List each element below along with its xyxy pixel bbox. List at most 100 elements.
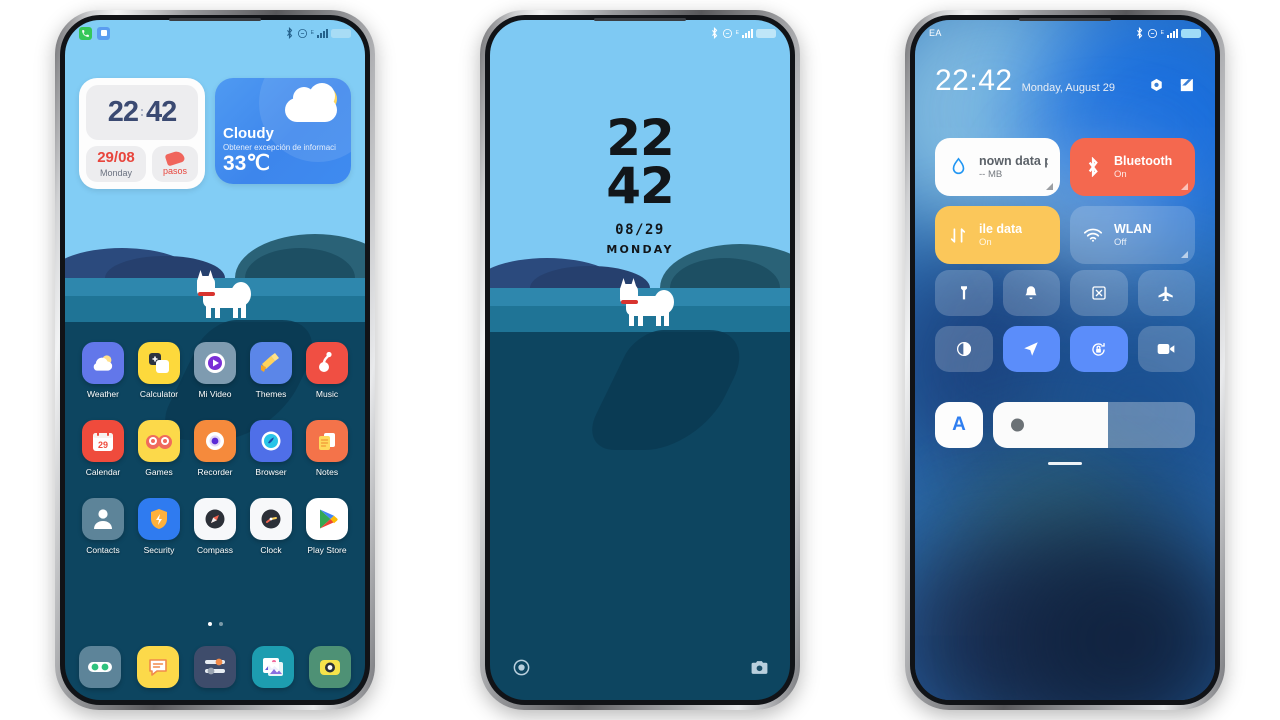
weather-cloudy-icon [283,83,341,128]
bluetooth-icon [711,27,717,39]
statusbar-control-center: EA E [915,20,1215,46]
mobile-data-icon [947,224,969,246]
app-row-1: Weather Calculator Mi Video Themes Music [79,342,351,399]
phone-device-control-center: EA E 22:42 Monday, August 29 nown data -… [905,10,1225,710]
clock-widget[interactable]: 22 42 29/08 Monday pasos [79,78,205,189]
app-recorder[interactable]: Recorder [191,420,239,477]
app-contacts[interactable]: Contacts [79,498,127,555]
earpiece-speaker [1019,18,1111,21]
network-type-label: E [735,30,739,36]
airplane-mode-toggle[interactable] [1137,270,1195,316]
security-icon [138,498,180,540]
app-label: Themes [255,389,287,399]
clock-widget-minutes: 42 [146,96,177,128]
wlan-tile[interactable]: WLAN Off [1070,206,1195,264]
silent-toggle[interactable] [1002,270,1060,316]
brightness-slider[interactable] [993,402,1195,448]
phone3-bezel: EA E 22:42 Monday, August 29 nown data -… [910,15,1220,705]
phone1-bezel: E 22 42 29/08 Monday pasos Cloudy Obtene… [60,15,370,705]
battery-icon [1181,28,1201,38]
app-security[interactable]: Security [135,498,183,555]
dark-mode-toggle[interactable] [935,326,993,372]
app-music[interactable]: Music [303,342,351,399]
weather-widget[interactable]: Cloudy Obtener excepción de informaci 33… [215,78,351,184]
messages-icon[interactable] [136,646,179,688]
browser-icon [250,420,292,462]
camera-icon[interactable] [748,656,770,678]
lock-shortcuts [490,656,790,678]
weather-condition: Cloudy [223,124,274,142]
screenshot-toggle[interactable] [1070,270,1128,316]
dnd-icon [297,28,307,38]
date-widget[interactable]: 29/08 Monday [86,146,146,182]
app-compass[interactable]: Compass [191,498,239,555]
weekday-value: Monday [99,167,133,178]
widget-area: 22 42 29/08 Monday pasos Cloudy Obtener … [79,78,351,189]
app-calendar[interactable]: 29 Calendar [79,420,127,477]
app-play-store[interactable]: Play Store [303,498,351,555]
app-grid: Weather Calculator Mi Video Themes Music… [79,342,351,576]
expand-corner-icon[interactable] [1046,183,1053,190]
app-games[interactable]: Games [135,420,183,477]
app-themes[interactable]: Themes [247,342,295,399]
app-label: Music [315,389,339,399]
drag-handle[interactable] [1048,462,1082,465]
font-size-button[interactable]: A [935,402,983,448]
page-indicator [65,622,365,626]
page-dot-active[interactable] [207,622,212,626]
app-calculator[interactable]: Calculator [135,342,183,399]
svg-text:29: 29 [98,440,108,450]
app-row-3: Contacts Security Compass Clock Play Sto… [79,498,351,555]
signal-icon [1167,28,1178,38]
bluetooth-icon [1136,27,1142,39]
data-drop-icon [947,156,969,178]
app-label: Browser [255,467,287,477]
expand-corner-icon[interactable] [1181,183,1188,190]
shoe-icon [164,149,186,167]
cc-small-row-2 [935,326,1195,372]
page-dot[interactable] [218,622,223,626]
app-weather[interactable]: Weather [79,342,127,399]
battery-icon [331,28,351,38]
rotation-lock-toggle[interactable] [1070,326,1128,372]
steps-widget[interactable]: pasos [152,146,198,182]
mobile-data-tile[interactable]: ile data On [935,206,1060,264]
tile-sub: On [979,237,992,248]
gear-icon[interactable] [1147,76,1165,94]
circle-record-icon[interactable] [510,656,532,678]
app-label: Mi Video [198,389,232,399]
steps-label: pasos [162,165,188,176]
camera-icon[interactable] [309,646,351,688]
music-icon [306,342,348,384]
brightness-knob-icon[interactable] [1011,418,1024,432]
settings-icon[interactable] [194,646,236,688]
app-notes[interactable]: Notes [303,420,351,477]
app-label: Security [143,545,175,555]
dog-figure [616,278,674,326]
recorder-icon [194,420,236,462]
app-clock[interactable]: Clock [247,498,295,555]
tile-title: nown data plan [979,154,1048,168]
phone-icon[interactable] [79,646,121,688]
carrier-label: EA [929,28,942,38]
gallery-icon[interactable] [251,646,294,688]
edit-icon[interactable] [1177,76,1195,94]
statusbar-lock: E [490,20,790,46]
clock-colon [141,109,143,116]
phone3-screen: EA E 22:42 Monday, August 29 nown data -… [915,20,1215,700]
app-mi-video[interactable]: Mi Video [191,342,239,399]
dnd-icon [722,28,732,38]
app-browser[interactable]: Browser [247,420,295,477]
expand-corner-icon[interactable] [1181,251,1188,258]
earpiece-speaker [594,18,686,21]
tile-sub: Off [1114,237,1127,248]
data-usage-tile[interactable]: nown data plan -- MB [935,138,1060,196]
flashlight-toggle[interactable] [935,270,993,316]
location-toggle[interactable] [1002,326,1060,372]
dog-figure [193,270,251,318]
cc-date: Monday, August 29 [1021,82,1115,94]
tile-title: WLAN [1114,222,1152,236]
earpiece-speaker [169,18,261,21]
bluetooth-tile[interactable]: Bluetooth On [1070,138,1195,196]
screen-record-toggle[interactable] [1137,326,1195,372]
